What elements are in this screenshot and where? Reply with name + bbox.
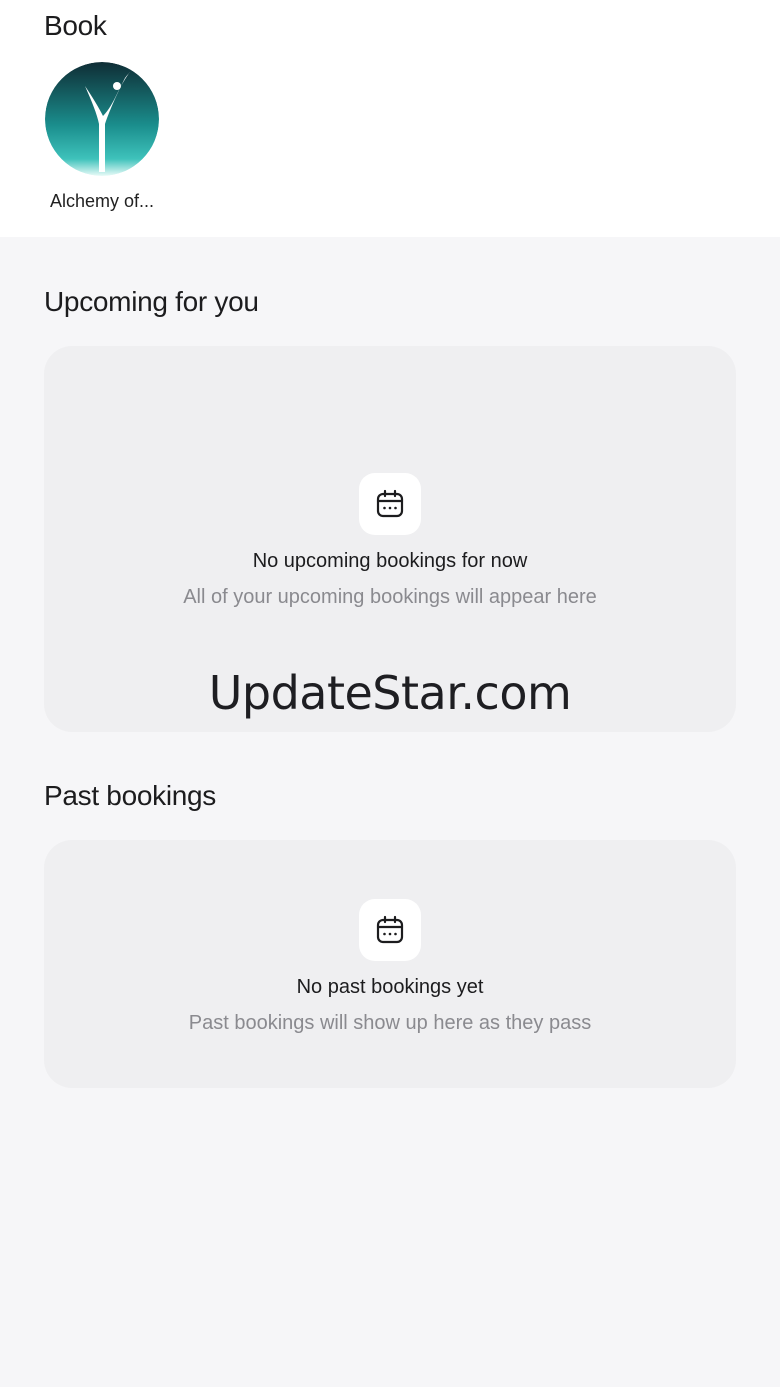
upcoming-empty-title: No upcoming bookings for now (252, 550, 528, 572)
upcoming-empty-card: No upcoming bookings for now All of your… (44, 346, 736, 732)
header-area: Book Alchemy of... (0, 0, 780, 237)
past-empty-title: No past bookings yet (296, 976, 484, 998)
upcoming-empty-state: No upcoming bookings for now All of your… (44, 473, 736, 609)
past-empty-subtitle: Past bookings will show up here as they … (188, 1012, 592, 1034)
watermark: UpdateStar.com (208, 666, 572, 720)
past-empty-card: No past bookings yet Past bookings will … (44, 840, 736, 1088)
past-section-title: Past bookings (44, 780, 216, 811)
past-empty-state: No past bookings yet Past bookings will … (44, 899, 736, 1035)
calendar-icon (359, 473, 421, 535)
studio-name: Alchemy of... (49, 191, 155, 211)
upcoming-section-title: Upcoming for you (44, 286, 259, 317)
studio-item[interactable]: Alchemy of... (44, 62, 160, 212)
upcoming-empty-subtitle: All of your upcoming bookings will appea… (183, 586, 597, 608)
page-title: Book (44, 10, 107, 41)
calendar-icon (359, 899, 421, 961)
dancer-logo-icon (45, 62, 159, 176)
